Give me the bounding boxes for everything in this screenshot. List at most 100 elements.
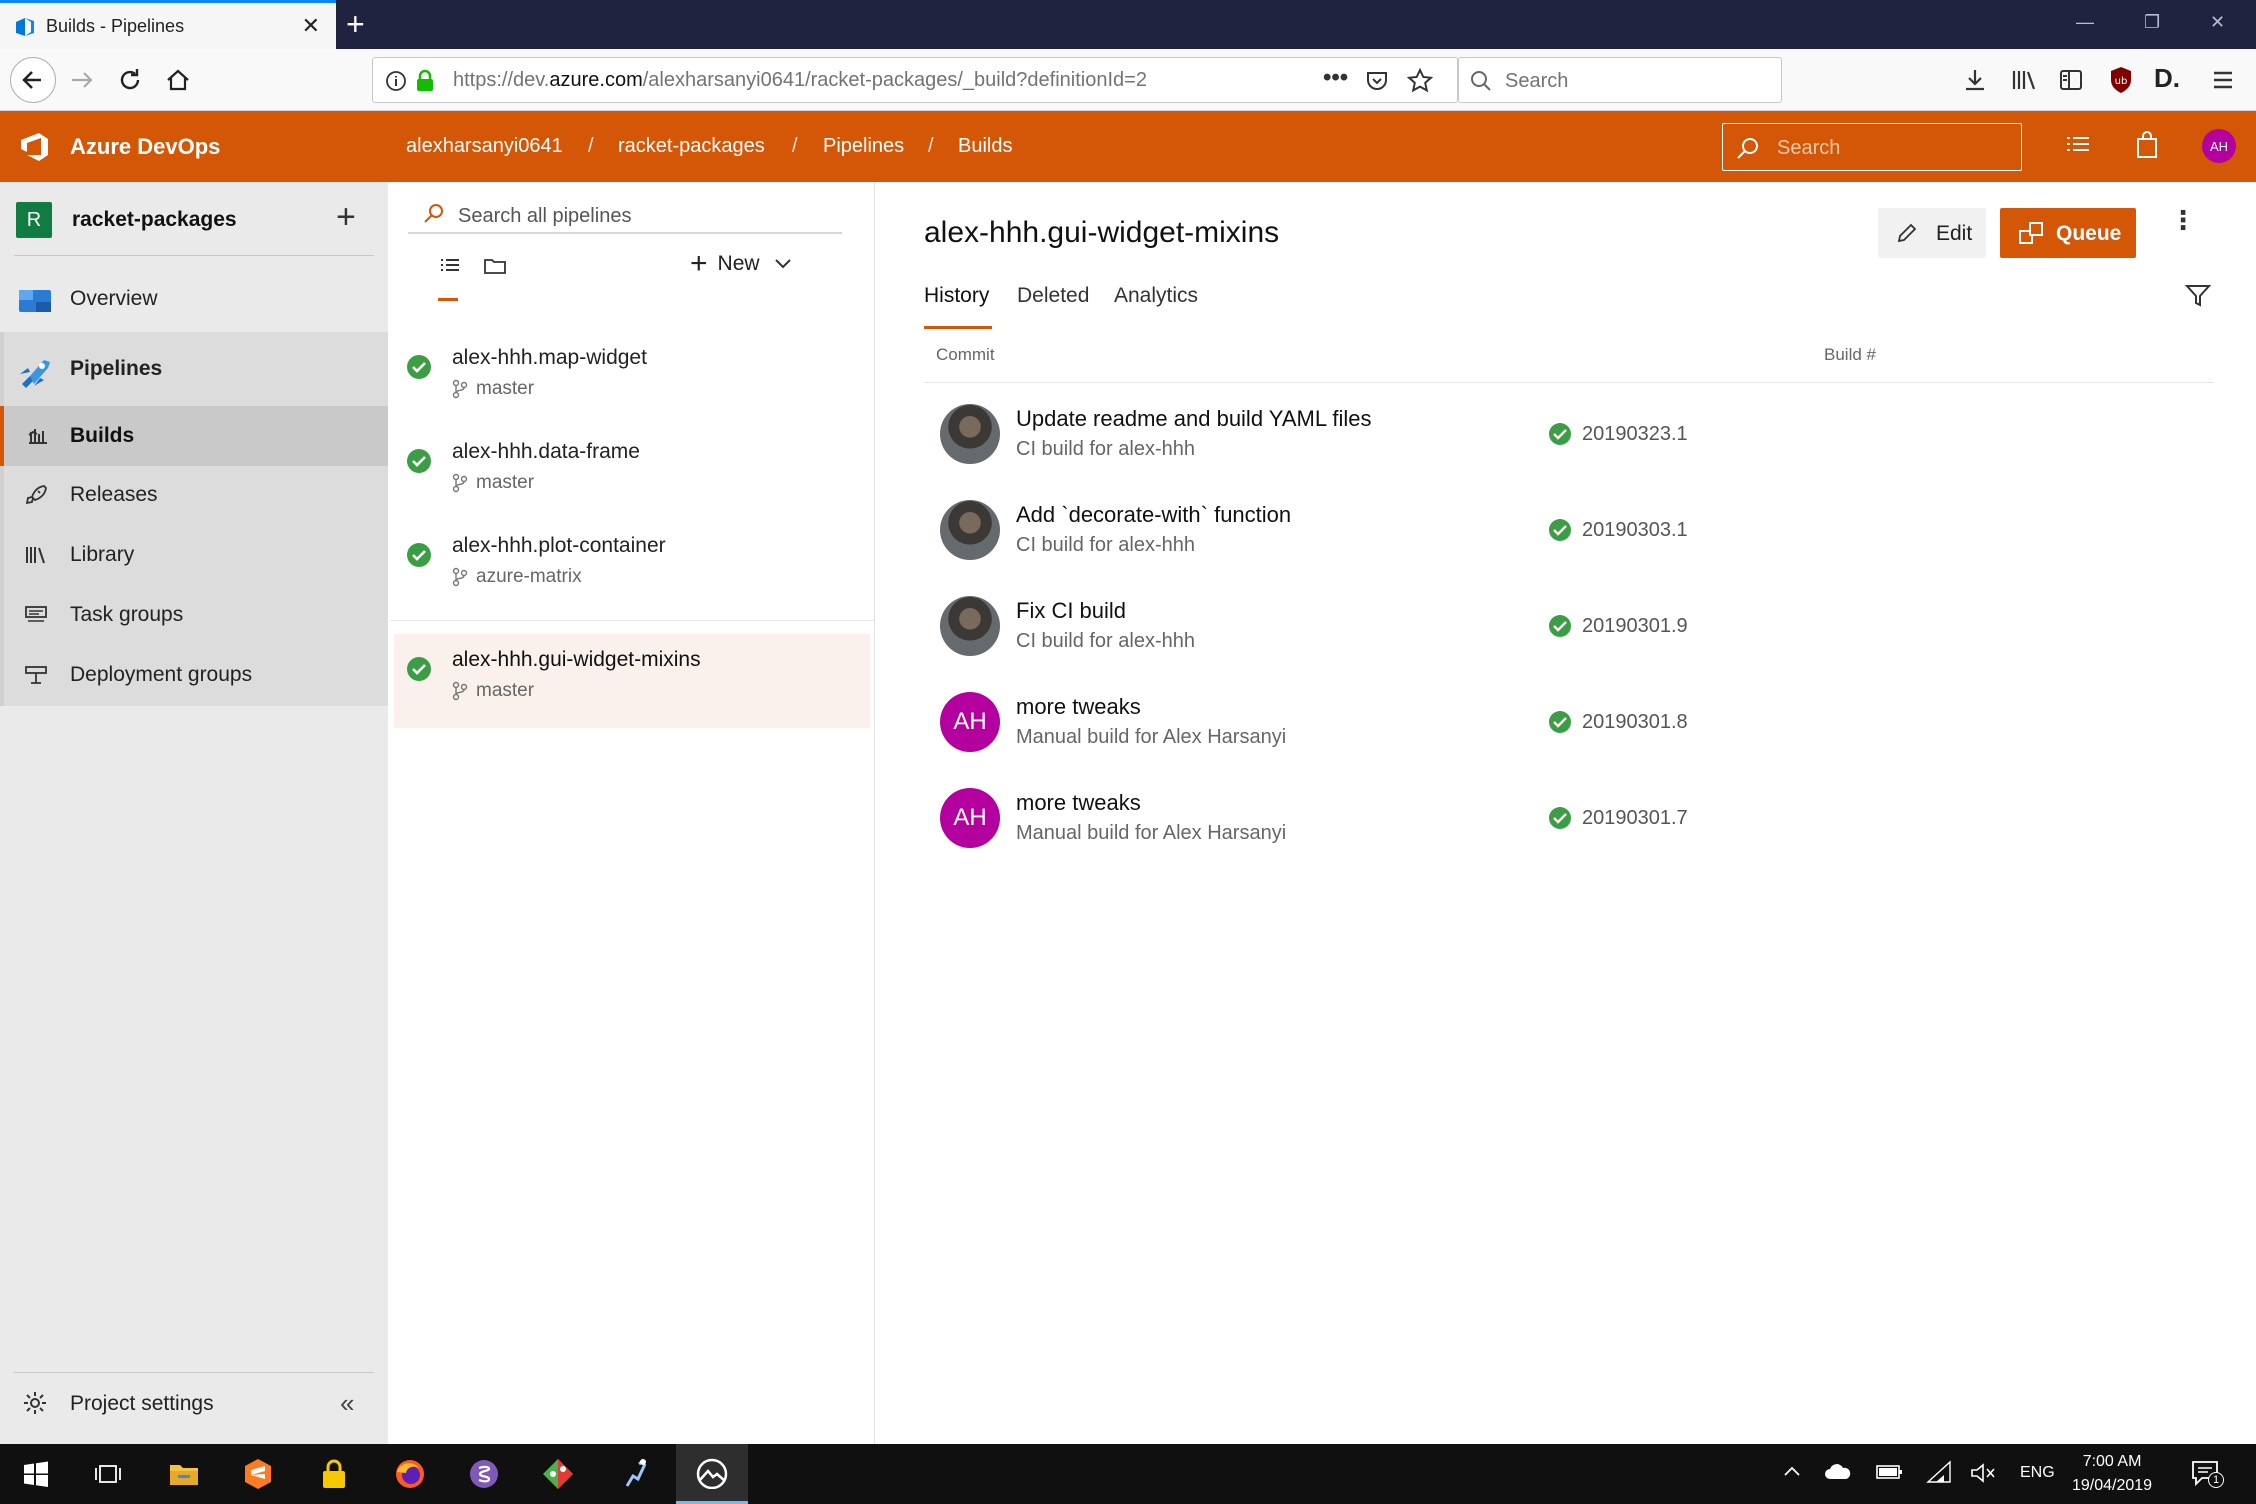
list-view-icon[interactable] (438, 254, 462, 278)
tab-analytics[interactable]: Analytics (1114, 284, 1198, 308)
pipeline-list-item[interactable]: alex-hhh.plot-container azure-matrix (390, 520, 875, 614)
browser-tab-bar: Builds - Pipelines ✕ + — ❐ ✕ (0, 0, 2256, 49)
build-row[interactable]: Fix CI build CI build for alex-hhh 20190… (924, 578, 2214, 674)
build-number: 20190303.1 (1548, 518, 1688, 542)
emacs-icon[interactable] (448, 1444, 520, 1504)
close-tab-icon[interactable]: ✕ (302, 15, 320, 37)
devops-search-box[interactable]: Search (1722, 123, 2022, 171)
breadcrumb-organization[interactable]: alexharsanyi0641 (406, 135, 563, 158)
back-button[interactable] (10, 57, 56, 103)
close-window-icon[interactable]: ✕ (2210, 12, 2225, 33)
sidebar-item-label: Deployment groups (70, 663, 253, 686)
breadcrumb-separator: / (792, 135, 798, 157)
deployment-groups-icon (24, 663, 54, 693)
folder-view-icon[interactable] (482, 254, 508, 278)
tab-history[interactable]: History (924, 284, 989, 308)
sidebar-item-label: Builds (70, 424, 135, 447)
runner-app-icon[interactable] (600, 1444, 672, 1504)
firefox-icon[interactable] (374, 1444, 446, 1504)
browser-tab[interactable]: Builds - Pipelines ✕ (0, 0, 336, 49)
sidebar-item-pipelines[interactable]: Pipelines (0, 340, 388, 398)
active-app-icon[interactable] (676, 1444, 748, 1504)
page-actions-icon[interactable]: ••• (1323, 64, 1348, 92)
brand-name[interactable]: Azure DevOps (70, 134, 220, 160)
project-selector[interactable]: R racket-packages (16, 202, 237, 238)
git-gui-icon[interactable] (522, 1444, 594, 1504)
minimize-icon[interactable]: — (2076, 12, 2094, 33)
build-number: 20190301.9 (1548, 614, 1688, 638)
address-bar[interactable]: https://dev.azure.com/alexharsanyi0641/r… (372, 57, 1458, 103)
pocket-icon[interactable] (1365, 69, 1389, 93)
sidebar-toggle-icon[interactable] (2058, 67, 2084, 93)
sidebar-item-builds[interactable]: Builds (0, 406, 388, 466)
input-language[interactable]: ENG (2020, 1464, 2055, 1482)
battery-icon[interactable] (1876, 1464, 1904, 1480)
browser-search-field[interactable]: Search (1458, 57, 1782, 103)
extension-d-icon[interactable]: D. (2154, 63, 2180, 94)
downloads-icon[interactable] (1962, 67, 1988, 93)
sidebar-item-library[interactable]: Library (0, 526, 388, 584)
wifi-icon[interactable] (1926, 1460, 1952, 1484)
tab-deleted[interactable]: Deleted (1017, 284, 1089, 308)
pipeline-list-item-selected[interactable]: alex-hhh.gui-widget-mixins master (394, 634, 870, 728)
new-tab-button[interactable]: + (346, 8, 365, 40)
library-icon (24, 543, 54, 573)
filter-icon[interactable] (2184, 282, 2212, 310)
new-pipeline-button[interactable]: + New (690, 249, 792, 279)
sidebar-item-releases[interactable]: Releases (0, 466, 388, 524)
bookmark-star-icon[interactable] (1407, 68, 1433, 94)
ublock-origin-icon[interactable]: ub (2108, 65, 2134, 95)
reload-button[interactable] (110, 61, 150, 99)
chevron-up-icon[interactable] (1782, 1462, 1802, 1482)
pipeline-branch: master (452, 680, 534, 702)
sidebar-item-task-groups[interactable]: Task groups (0, 586, 388, 644)
restore-icon[interactable]: ❐ (2144, 12, 2160, 33)
breadcrumb-project[interactable]: racket-packages (618, 135, 765, 158)
menu-icon[interactable] (2210, 67, 2236, 93)
task-groups-icon (24, 603, 54, 633)
site-info-icon[interactable] (385, 70, 407, 92)
build-history-panel: alex-hhh.gui-widget-mixins Edit Queue ⋮ … (876, 182, 2256, 1444)
pipeline-list-item[interactable]: alex-hhh.data-frame master (390, 426, 875, 520)
breadcrumb-separator: / (588, 135, 594, 157)
edit-button[interactable]: Edit (1878, 208, 1986, 258)
view-tabs (438, 254, 508, 278)
notifications-icon[interactable]: 1 (2190, 1458, 2224, 1488)
onedrive-cloud-icon[interactable] (1824, 1462, 1852, 1482)
library-icon[interactable] (2010, 67, 2038, 93)
sublime-text-icon[interactable] (222, 1444, 294, 1504)
settings-list-icon[interactable] (2064, 133, 2092, 159)
add-icon[interactable]: + (336, 200, 356, 234)
pipelines-icon (18, 354, 50, 388)
task-view-icon[interactable] (72, 1444, 144, 1504)
build-row[interactable]: Update readme and build YAML files CI bu… (924, 386, 2214, 482)
url-text: https://dev.azure.com/alexharsanyi0641/r… (453, 69, 1147, 91)
user-avatar[interactable]: AH (2202, 129, 2236, 163)
build-row[interactable]: AH more tweaks Manual build for Alex Har… (924, 674, 2214, 770)
sidebar-item-overview[interactable]: Overview (0, 270, 388, 328)
volume-muted-icon[interactable] (1970, 1462, 1996, 1484)
branch-name: master (476, 472, 535, 493)
azure-devops-logo-icon[interactable] (18, 131, 52, 163)
start-button[interactable] (0, 1444, 72, 1504)
keepass-lock-icon[interactable] (298, 1444, 370, 1504)
collapse-sidebar-icon[interactable]: « (340, 1388, 354, 1419)
breadcrumb-pipelines[interactable]: Pipelines (823, 135, 904, 158)
pipeline-list-item[interactable]: alex-hhh.map-widget master (390, 332, 875, 426)
file-explorer-icon[interactable] (148, 1444, 220, 1504)
more-actions-icon[interactable]: ⋮ (2170, 207, 2196, 233)
project-settings-link[interactable]: Project settings « (0, 1375, 388, 1431)
page-title: alex-hhh.gui-widget-mixins (924, 216, 1280, 249)
column-header-commit: Commit (936, 345, 995, 364)
pipeline-search-input[interactable]: Search all pipelines (408, 192, 842, 234)
build-row[interactable]: Add `decorate-with` function CI build fo… (924, 482, 2214, 578)
home-button[interactable] (158, 61, 198, 99)
marketplace-bag-icon[interactable] (2134, 131, 2160, 159)
breadcrumb-builds[interactable]: Builds (958, 135, 1012, 158)
forward-button[interactable] (62, 61, 102, 99)
queue-button[interactable]: Queue (2000, 208, 2136, 258)
build-row[interactable]: AH more tweaks Manual build for Alex Har… (924, 770, 2214, 866)
success-check-icon (1549, 423, 1571, 445)
system-clock[interactable]: 7:00 AM 19/04/2019 (2072, 1450, 2152, 1498)
sidebar-item-deployment-groups[interactable]: Deployment groups (0, 646, 388, 704)
